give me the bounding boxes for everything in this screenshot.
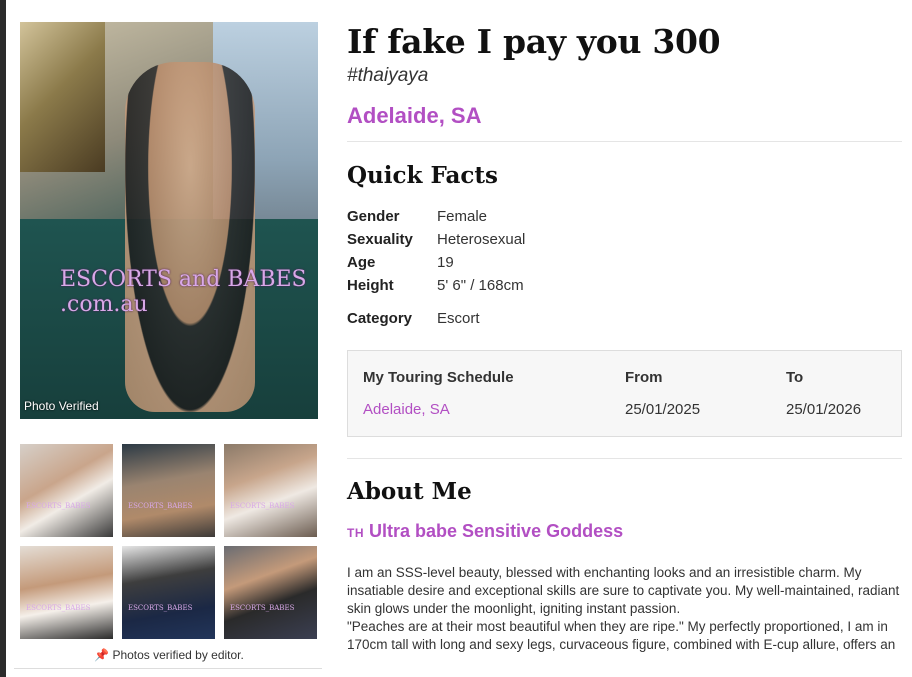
touring-schedule-table: My Touring Schedule From To Adelaide, SA… <box>347 350 902 437</box>
fact-label: Category <box>347 310 413 327</box>
thumbnail-watermark: ESCORTS_BABES <box>128 502 193 510</box>
gallery-divider <box>14 668 322 669</box>
editor-note-text: Photos verified by editor. <box>112 648 244 662</box>
tagline-text: Ultra babe Sensitive Goddess <box>369 521 624 541</box>
fact-label: Age <box>347 254 376 271</box>
editor-note: 📌 Photos verified by editor. <box>20 648 318 662</box>
fact-value: Heterosexual <box>437 231 526 248</box>
about-tagline: TH Ultra babe Sensitive Goddess <box>347 521 902 542</box>
fact-value: Female <box>437 208 488 225</box>
photo-figure <box>125 62 255 412</box>
thumbnail-grid: ESCORTS_BABES ESCORTS_BABES ESCORTS_BABE… <box>20 444 318 639</box>
schedule-header-location: My Touring Schedule <box>363 369 514 386</box>
photo-watermark: ESCORTS and BABES .com.au <box>60 267 307 317</box>
schedule-header-from: From <box>625 369 663 386</box>
section-divider <box>347 458 902 459</box>
about-bio: I am an SSS-level beauty, blessed with e… <box>347 564 902 654</box>
fact-value: Escort <box>437 310 480 327</box>
schedule-from-date: 25/01/2025 <box>625 401 701 418</box>
profile-content: If fake I pay you 300 #thaiyaya Adelaide… <box>347 20 902 654</box>
schedule-location-link[interactable]: Adelaide, SA <box>363 401 450 418</box>
profile-title: If fake I pay you 300 <box>347 22 721 61</box>
fact-label: Height <box>347 277 394 294</box>
fact-label: Gender <box>347 208 400 225</box>
section-divider <box>347 141 902 142</box>
fact-value: 5' 6" / 168cm <box>437 277 524 294</box>
quick-facts-heading: Quick Facts <box>347 162 498 189</box>
thumbnail-5[interactable]: ESCORTS_BABES <box>122 546 215 639</box>
fact-row-sexuality: Sexuality Heterosexual <box>347 228 902 251</box>
fact-row-gender: Gender Female <box>347 205 902 228</box>
thumbnail-watermark: ESCORTS_BABES <box>230 604 295 612</box>
bio-paragraph: "Peaches are at their most beautiful whe… <box>347 619 896 652</box>
schedule-to-date: 25/01/2026 <box>786 401 862 418</box>
quick-facts-list: Gender Female Sexuality Heterosexual Age… <box>347 205 902 330</box>
thumbnail-2[interactable]: ESCORTS_BABES <box>122 444 215 537</box>
thumbnail-watermark: ESCORTS_BABES <box>128 604 193 612</box>
thumbnail-watermark: ESCORTS_BABES <box>230 502 295 510</box>
fact-row-height: Height 5' 6" / 168cm <box>347 274 902 297</box>
photo-gallery: ESCORTS and BABES .com.au Photo Verified… <box>20 22 318 662</box>
bio-paragraph: I am an SSS-level beauty, blessed with e… <box>347 565 900 616</box>
pin-icon: 📌 <box>94 648 110 662</box>
schedule-header-to: To <box>786 369 804 386</box>
fact-row-age: Age 19 <box>347 251 902 274</box>
about-heading: About Me <box>347 478 472 505</box>
fact-row-category: Category Escort <box>347 307 902 330</box>
main-photo[interactable]: ESCORTS and BABES .com.au Photo Verified <box>20 22 318 419</box>
left-edge-bar <box>0 0 6 677</box>
profile-location-link[interactable]: Adelaide, SA <box>347 103 902 129</box>
thumbnail-6[interactable]: ESCORTS_BABES <box>224 546 317 639</box>
profile-handle: #thaiyaya <box>347 65 429 86</box>
photo-wall-art <box>20 22 105 172</box>
thumbnail-1[interactable]: ESCORTS_BABES <box>20 444 113 537</box>
thumbnail-3[interactable]: ESCORTS_BABES <box>224 444 317 537</box>
thumbnail-watermark: ESCORTS_BABES <box>26 604 91 612</box>
thumbnail-watermark: ESCORTS_BABES <box>26 502 91 510</box>
thumbnail-4[interactable]: ESCORTS_BABES <box>20 546 113 639</box>
fact-value: 19 <box>437 254 454 271</box>
flag-icon: TH <box>347 526 364 540</box>
fact-label: Sexuality <box>347 231 413 248</box>
photo-verified-label: Photo Verified <box>24 399 99 413</box>
